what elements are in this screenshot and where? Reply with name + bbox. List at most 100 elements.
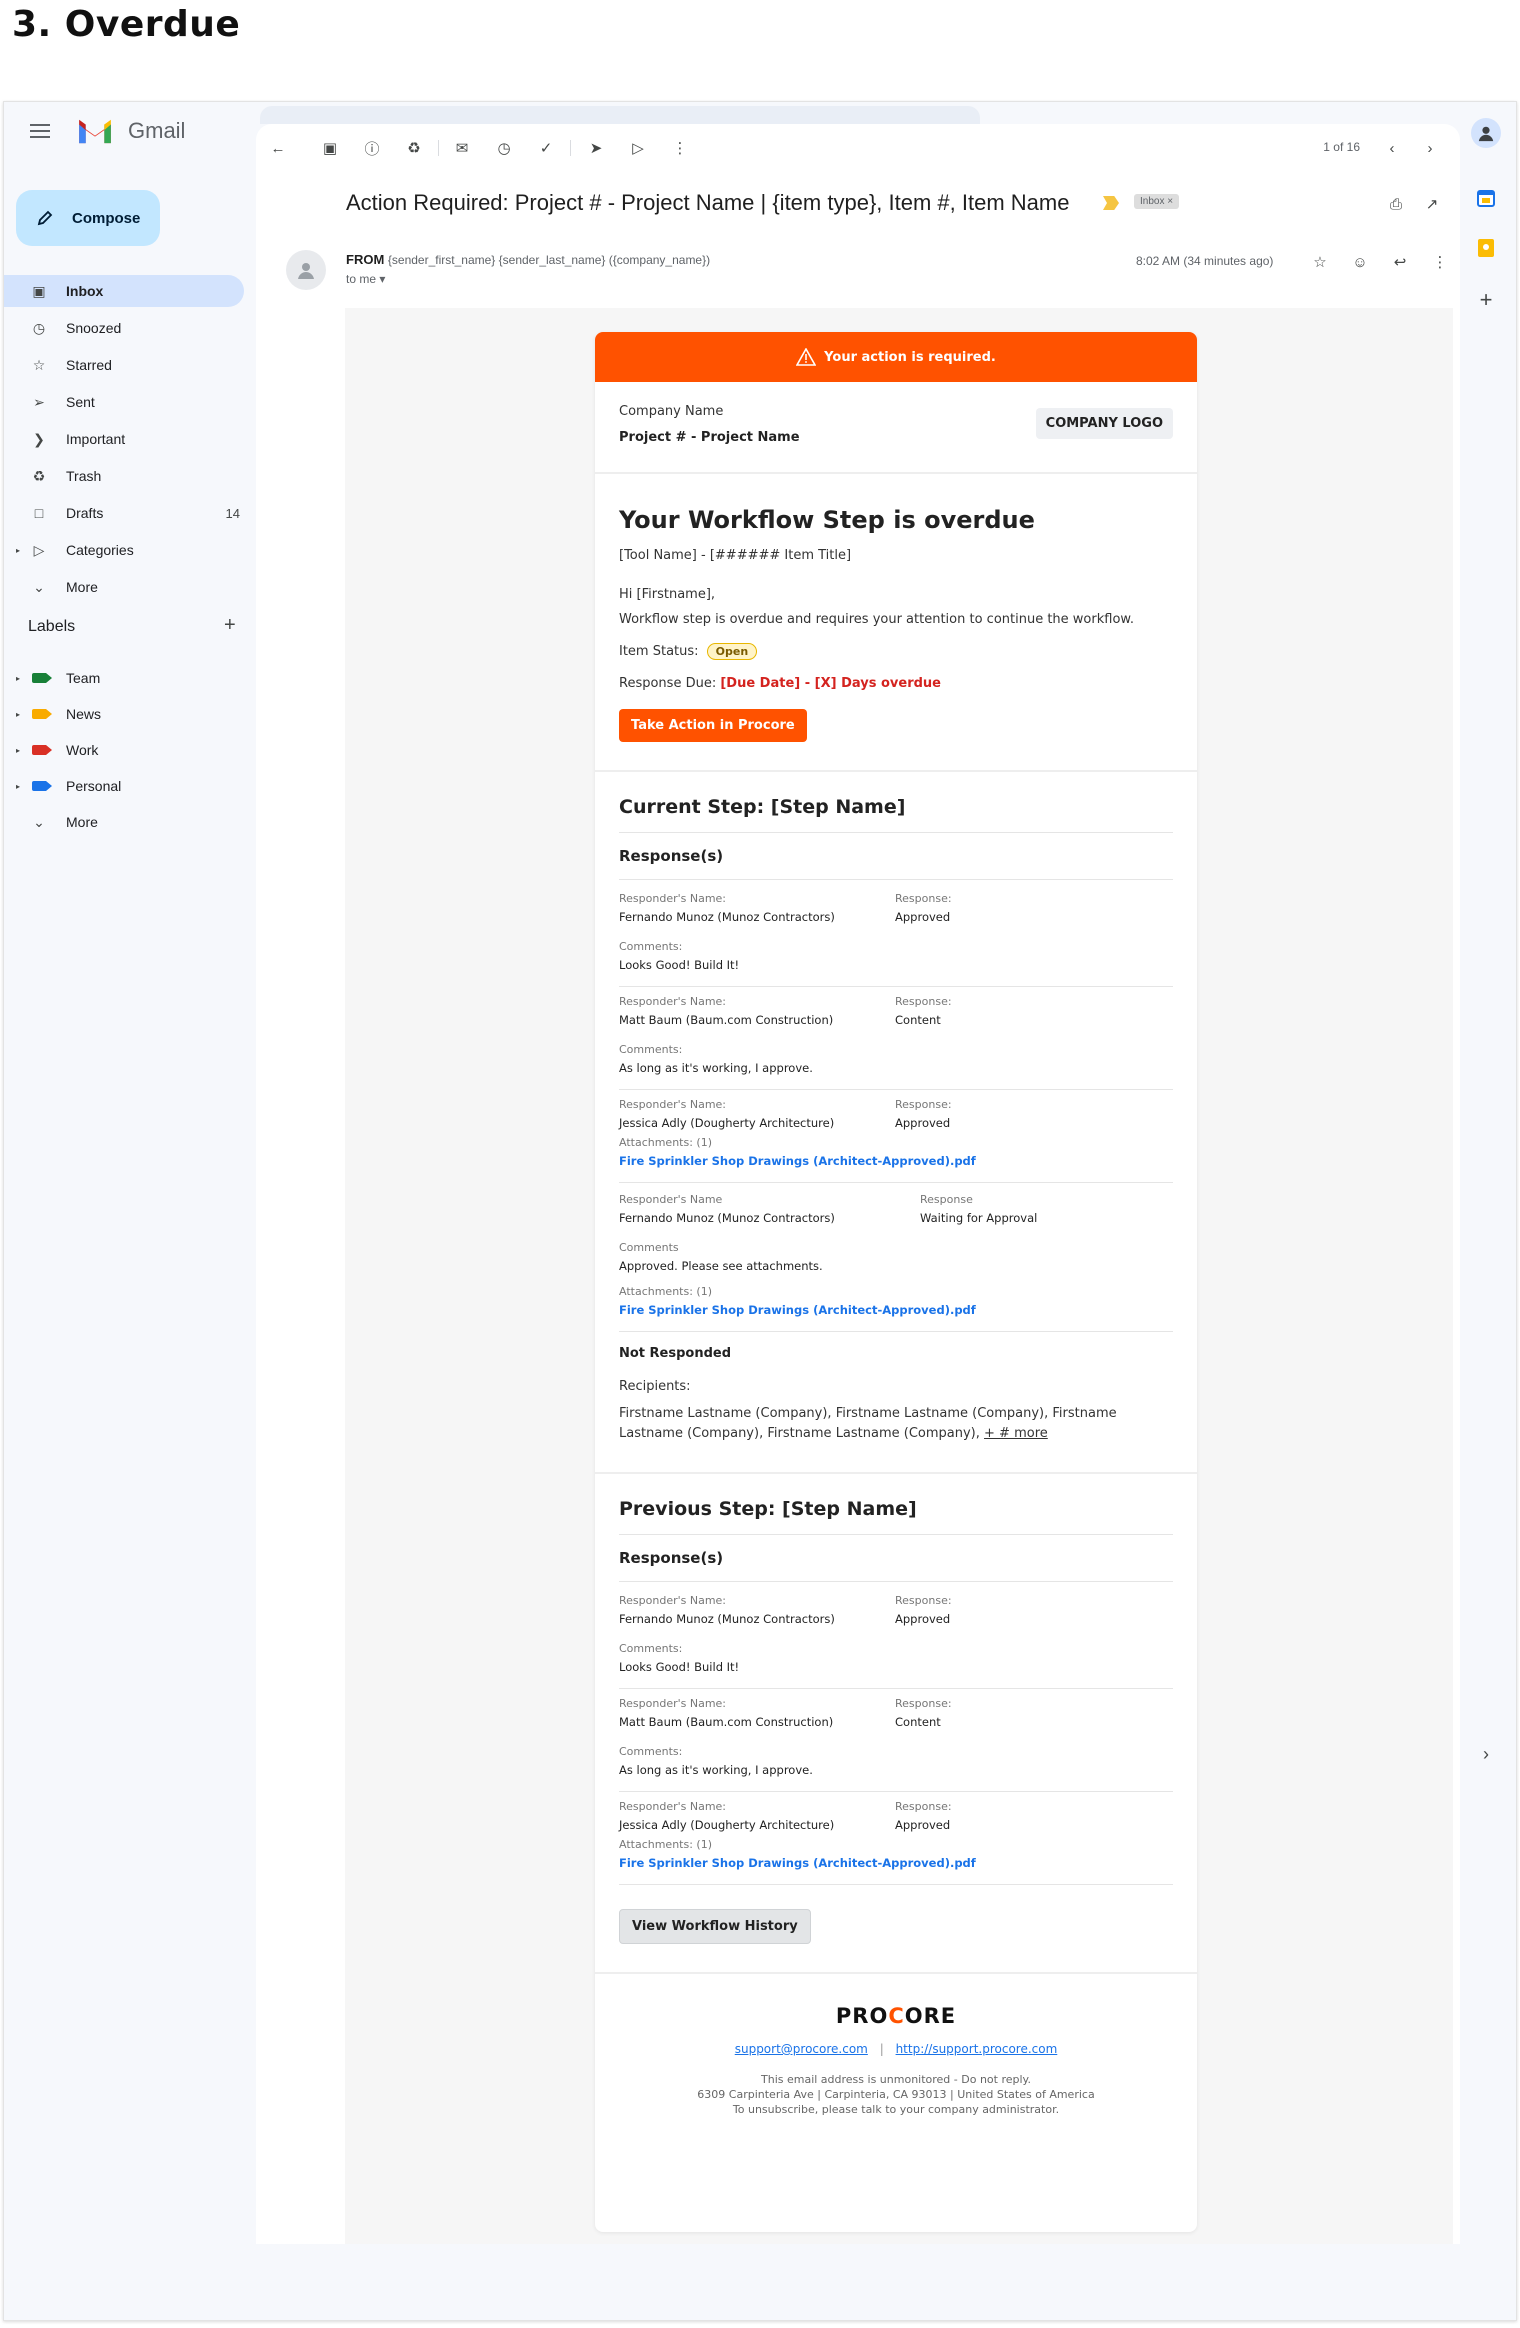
pending-response: Responder's Name Fernando Munoz (Munoz Co… xyxy=(619,1182,1173,1332)
label-item-news[interactable]: ▸ News xyxy=(4,698,244,730)
project-header: Company Name Project # - Project Name CO… xyxy=(595,382,1197,474)
compose-button[interactable]: Compose xyxy=(16,190,160,246)
responder-name: Fernando Munoz (Munoz Contractors) xyxy=(619,910,835,924)
support-url-link[interactable]: http://support.procore.com xyxy=(896,2042,1058,2056)
snooze-icon[interactable]: ◷ xyxy=(494,138,514,158)
label-item-team[interactable]: ▸ Team xyxy=(4,662,244,694)
sidebar-item-starred[interactable]: ☆ Starred xyxy=(4,349,244,381)
delete-icon[interactable]: ♻ xyxy=(404,138,424,158)
trash-icon: ♻ xyxy=(32,467,46,484)
expand-caret-icon[interactable]: ▸ xyxy=(16,782,20,791)
response-block: Responder's Name: Fernando Munoz (Munoz C… xyxy=(619,1586,1173,1689)
account-avatar[interactable] xyxy=(1471,118,1501,148)
sidebar-item-categories[interactable]: ▸ ▷ Categories xyxy=(4,534,244,566)
sidebar-item-snoozed[interactable]: ◷ Snoozed xyxy=(4,312,244,344)
attachment-link[interactable]: Fire Sprinkler Shop Drawings (Architect-… xyxy=(619,1303,1173,1317)
previous-step-section: Previous Step: [Step Name] Response(s) R… xyxy=(595,1474,1197,1974)
emoji-reaction-icon[interactable]: ☺ xyxy=(1350,252,1370,272)
more-vert-icon[interactable]: ⋮ xyxy=(1430,252,1450,272)
response-value: Approved xyxy=(895,910,951,924)
take-action-button[interactable]: Take Action in Procore xyxy=(619,709,807,742)
sidebar-item-count: 14 xyxy=(225,505,240,521)
comments-label: Comments: xyxy=(619,940,683,953)
main-menu-icon[interactable] xyxy=(30,124,50,138)
sender-line: FROM {sender_first_name} {sender_last_na… xyxy=(346,252,710,267)
response-value: Content xyxy=(895,1715,941,1729)
comments-label: Comments xyxy=(619,1241,679,1254)
importance-marker-icon[interactable] xyxy=(1103,196,1119,210)
sidebar-item-important[interactable]: ❯ Important xyxy=(4,423,244,455)
sidebar-item-label: Trash xyxy=(66,468,102,484)
expand-caret-icon[interactable]: ▸ xyxy=(16,746,20,755)
search-bar[interactable] xyxy=(260,106,980,124)
older-chevron-icon[interactable]: › xyxy=(1420,138,1440,158)
expand-panel-chevron-icon[interactable]: › xyxy=(1474,1742,1498,1766)
message-toolbar: ← ▣ ⓘ ♻ ✉ ◷ ✓ ➤ ▷ ⋮ 1 of 16 ‹ › xyxy=(256,124,1460,172)
company-logo: COMPANY LOGO xyxy=(1035,408,1173,439)
label-name: Team xyxy=(66,670,101,686)
label-item-work[interactable]: ▸ Work xyxy=(4,734,244,766)
reply-icon[interactable]: ↩ xyxy=(1390,252,1410,272)
move-to-icon[interactable]: ➤ xyxy=(586,138,606,158)
calendar-icon[interactable] xyxy=(1474,186,1498,210)
responder-name-label: Responder's Name: xyxy=(619,1800,727,1813)
recipients-list: Firstname Lastname (Company), Firstname … xyxy=(619,1404,1173,1444)
add-task-icon[interactable]: ✓ xyxy=(536,138,556,158)
greeting: Hi [Firstname], xyxy=(619,587,716,602)
sidebar-item-drafts[interactable]: □ Drafts 14 xyxy=(4,497,244,529)
add-label-icon[interactable]: + xyxy=(224,614,236,637)
more-vert-icon[interactable]: ⋮ xyxy=(670,138,690,158)
label-icon[interactable]: ▷ xyxy=(628,138,648,158)
archive-icon[interactable]: ▣ xyxy=(320,138,340,158)
report-spam-icon[interactable]: ⓘ xyxy=(362,138,382,158)
attachment-link[interactable]: Fire Sprinkler Shop Drawings (Architect-… xyxy=(619,1856,1173,1870)
view-workflow-history-button[interactable]: View Workflow History xyxy=(619,1909,811,1944)
sidebar-item-label: Drafts xyxy=(66,505,104,521)
labels-more[interactable]: ⌄ More xyxy=(4,806,244,838)
response-label: Response: xyxy=(895,1594,952,1607)
sidebar-item-label: Important xyxy=(66,431,126,447)
keep-icon[interactable] xyxy=(1474,236,1498,260)
not-responded-heading: Not Responded xyxy=(619,1346,732,1361)
back-arrow-icon[interactable]: ← xyxy=(268,138,288,158)
more-recipients-link[interactable]: + # more xyxy=(984,1426,1048,1441)
divider xyxy=(619,879,1173,880)
comments-value: As long as it's working, I approve. xyxy=(619,1763,813,1777)
newer-chevron-icon[interactable]: ‹ xyxy=(1382,138,1402,158)
divider xyxy=(619,832,1173,833)
responder-name: Fernando Munoz (Munoz Contractors) xyxy=(619,1612,835,1626)
expand-caret-icon[interactable]: ▸ xyxy=(16,674,20,683)
label-item-personal[interactable]: ▸ Personal xyxy=(4,770,244,802)
expand-caret-icon[interactable]: ▸ xyxy=(16,710,20,719)
sidebar-item-inbox[interactable]: ▣ Inbox xyxy=(4,275,244,307)
print-icon[interactable]: ⎙ xyxy=(1386,194,1406,214)
compose-label: Compose xyxy=(72,209,141,227)
recipient-toggle[interactable]: to me ▾ xyxy=(346,272,385,286)
recipients-label: Recipients: xyxy=(619,1379,691,1394)
response-label: Response: xyxy=(895,1098,952,1111)
response-block: Responder's Name: Jessica Adly (Dougherty… xyxy=(619,1090,1173,1182)
support-email-link[interactable]: support@procore.com xyxy=(735,2042,868,2056)
response-label: Response: xyxy=(895,1697,952,1710)
footer-line: To unsubscribe, please talk to your comp… xyxy=(732,2103,1060,2116)
responder-name: Matt Baum (Baum.com Construction) xyxy=(619,1715,834,1729)
add-addon-icon[interactable]: + xyxy=(1474,287,1498,312)
response-label: Response: xyxy=(895,1800,952,1813)
chevron-down-icon: ⌄ xyxy=(33,813,45,830)
expand-caret-icon[interactable]: ▸ xyxy=(16,546,20,555)
sidebar-item-sent[interactable]: ➢ Sent xyxy=(4,386,244,418)
mark-unread-icon[interactable]: ✉ xyxy=(452,138,472,158)
inbox-chip[interactable]: Inbox × xyxy=(1134,194,1180,209)
star-icon: ☆ xyxy=(32,356,46,373)
label-name: Personal xyxy=(66,778,122,794)
toolbar-divider xyxy=(438,140,439,156)
responder-name-label: Responder's Name: xyxy=(619,1098,727,1111)
gmail-wordmark[interactable]: Gmail xyxy=(128,118,185,144)
star-icon[interactable]: ☆ xyxy=(1310,252,1330,272)
responder-name-label: Responder's Name: xyxy=(619,1697,727,1710)
attachment-link[interactable]: Fire Sprinkler Shop Drawings (Architect-… xyxy=(619,1154,1173,1168)
sidebar-item-trash[interactable]: ♻ Trash xyxy=(4,460,244,492)
sidebar-item-more[interactable]: ⌄ More xyxy=(4,571,244,603)
open-new-window-icon[interactable]: ↗ xyxy=(1422,194,1442,214)
procore-email: Your action is required. Company Name Pr… xyxy=(595,332,1197,2232)
